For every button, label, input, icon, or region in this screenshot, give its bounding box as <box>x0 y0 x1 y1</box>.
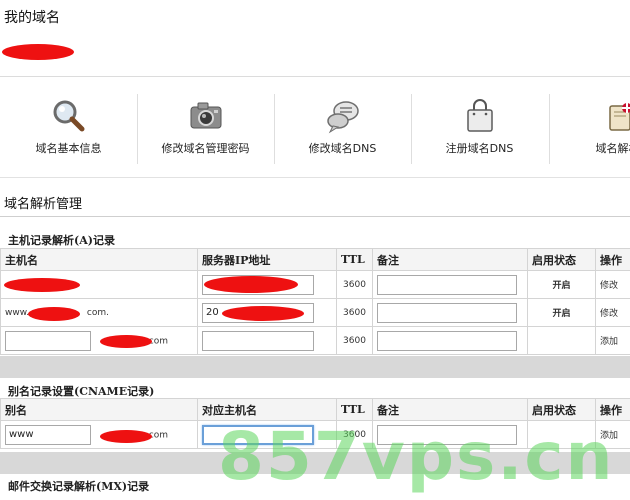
remark-cell <box>372 326 528 355</box>
host-cell: com <box>0 326 198 355</box>
mx-records-title: 邮件交换记录解析(MX)记录 <box>8 480 150 493</box>
column-header-ip: 服务器IP地址 <box>197 248 337 271</box>
chat-bubble-icon <box>326 101 359 134</box>
tool-change-dns[interactable]: 修改域名DNS <box>274 80 411 176</box>
table-row: 3600 开启 修改 <box>0 270 630 299</box>
redaction-mark <box>4 278 80 292</box>
camera-icon <box>190 102 221 129</box>
tool-label: 域名解析 <box>595 142 630 155</box>
alias-input[interactable]: www <box>5 424 91 445</box>
table-row: www. com. 20 3600 开启 修改 <box>0 298 630 327</box>
redaction-mark <box>100 430 152 443</box>
ttl-value: 3600 <box>336 270 373 299</box>
page-title: 我的域名 <box>4 10 60 26</box>
edit-link[interactable]: 修改 <box>595 298 630 327</box>
column-header-remark: 备注 <box>372 248 528 271</box>
book-flag-icon <box>608 103 630 131</box>
ttl-value: 3600 <box>336 298 373 327</box>
divider <box>0 216 630 217</box>
bag-icon <box>466 99 493 132</box>
add-link[interactable]: 添加 <box>595 326 630 355</box>
remark-input[interactable] <box>377 330 517 351</box>
redacted-domain-mark <box>2 44 74 60</box>
remark-cell <box>372 270 528 299</box>
tool-domain-info[interactable]: 域名基本信息 <box>0 80 137 176</box>
remark-input[interactable] <box>377 274 517 295</box>
redaction-mark <box>100 335 152 348</box>
remark-input[interactable] <box>377 302 517 323</box>
tool-label: 修改域名管理密码 <box>161 142 250 155</box>
column-header-operation: 操作 <box>595 248 630 271</box>
column-header-ttl: TTL <box>336 248 373 271</box>
ip-input[interactable] <box>202 330 314 351</box>
tool-domain-resolve[interactable]: 域名解析 <box>549 80 630 176</box>
divider <box>0 76 630 77</box>
cname-records-title: 别名记录设置(CNAME记录) <box>8 385 155 398</box>
redaction-mark <box>204 276 298 293</box>
tool-change-password[interactable]: 修改域名管理密码 <box>137 80 274 176</box>
ttl-value: 3600 <box>336 326 373 355</box>
alias-cell: www com <box>0 420 198 449</box>
host-input[interactable] <box>5 330 91 351</box>
watermark: 857vps.cn <box>218 418 615 495</box>
column-header-host: 主机名 <box>0 248 198 271</box>
status-badge: 开启 <box>527 270 596 299</box>
edit-link[interactable]: 修改 <box>595 270 630 299</box>
host-prefix: www. <box>5 307 30 318</box>
column-header-status: 启用状态 <box>527 248 596 271</box>
column-header-alias: 别名 <box>0 398 198 421</box>
tool-label: 修改域名DNS <box>308 142 377 155</box>
tool-label: 域名基本信息 <box>35 142 102 155</box>
magnifier-icon <box>53 100 84 132</box>
host-suffix: com. <box>86 307 109 318</box>
a-records-table: 主机名 服务器IP地址 TTL 备注 启用状态 操作 3600 开启 修改 ww… <box>0 248 630 355</box>
table-header-row: 主机名 服务器IP地址 TTL 备注 启用状态 操作 <box>0 248 630 271</box>
redaction-mark <box>28 307 80 321</box>
status-badge <box>527 326 596 355</box>
remark-cell <box>372 298 528 327</box>
ip-cell <box>197 326 337 355</box>
domain-toolbar: 域名基本信息 修改域名管理密码 修改域名DNS 注册域名DNS 域名解 <box>0 80 630 178</box>
status-badge: 开启 <box>527 298 596 327</box>
tool-register-dns[interactable]: 注册域名DNS <box>411 80 548 176</box>
redaction-mark <box>222 306 304 321</box>
table-row: com 3600 添加 <box>0 326 630 355</box>
divider <box>0 356 630 378</box>
a-records-title: 主机记录解析(A)记录 <box>8 234 115 247</box>
tool-label: 注册域名DNS <box>445 142 514 155</box>
section-title: 域名解析管理 <box>4 197 83 212</box>
